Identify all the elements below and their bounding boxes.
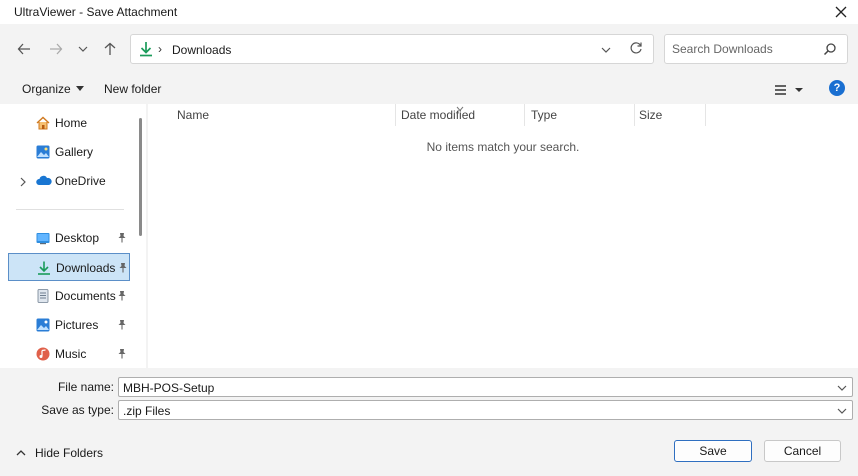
file-list: Name Date modified Type Size No items ma…	[148, 104, 858, 368]
save-button[interactable]: Save	[674, 440, 752, 462]
sidebar-item-gallery[interactable]: Gallery	[8, 138, 130, 166]
help-icon[interactable]: ?	[829, 80, 845, 96]
search-input[interactable]	[672, 41, 822, 57]
home-icon	[36, 116, 50, 130]
pin-icon	[118, 262, 128, 276]
downloads-icon	[139, 41, 153, 60]
sidebar-item-onedrive[interactable]: OneDrive	[8, 167, 130, 195]
column-header-label: Size	[639, 108, 663, 122]
sidebar-item-label: Gallery	[55, 145, 94, 159]
column-header-label: Date modified	[401, 108, 476, 122]
sidebar-item-home[interactable]: Home	[8, 109, 130, 137]
organize-label: Organize	[22, 82, 71, 96]
chevron-down-icon[interactable]	[837, 405, 847, 419]
navigation-bar: › Downloads	[0, 24, 858, 74]
sidebar-item-downloads[interactable]: Downloads	[8, 253, 130, 281]
sidebar-item-music[interactable]: Music	[8, 340, 130, 368]
sidebar-item-desktop[interactable]: Desktop	[8, 224, 130, 252]
empty-state-message: No items match your search.	[426, 140, 580, 154]
pin-icon	[117, 232, 127, 246]
save-as-type-select[interactable]: .zip Files	[118, 400, 853, 420]
search-box[interactable]	[664, 34, 848, 64]
column-header-label: Type	[531, 108, 558, 122]
desktop-icon	[36, 231, 50, 245]
downloads-icon	[37, 261, 51, 275]
chevron-up-icon	[16, 446, 26, 460]
pictures-icon	[36, 318, 50, 332]
gallery-icon	[36, 145, 50, 159]
sidebar-item-label: Desktop	[55, 231, 100, 245]
arrow-up-icon[interactable]	[99, 38, 121, 60]
file-name-field[interactable]: MBH-POS-Setup	[118, 377, 853, 397]
save-as-type-label: Save as type:	[41, 403, 114, 417]
breadcrumb-downloads[interactable]: Downloads	[172, 43, 231, 57]
window-title: UltraViewer - Save Attachment	[14, 5, 178, 19]
column-header-size[interactable]: Size	[633, 104, 706, 126]
pin-icon	[117, 348, 127, 362]
navigation-scrollbar[interactable]	[138, 104, 146, 368]
column-divider[interactable]	[705, 104, 706, 126]
arrow-left-icon[interactable]	[13, 38, 35, 60]
sidebar-item-label: Pictures	[55, 318, 99, 332]
sidebar-item-label: Music	[55, 347, 87, 361]
scrollbar-thumb[interactable]	[139, 118, 142, 236]
cancel-button[interactable]: Cancel	[764, 440, 841, 462]
search-icon[interactable]	[823, 42, 837, 59]
save-as-type-value: .zip Files	[123, 404, 171, 418]
sidebar-divider	[16, 209, 124, 210]
sidebar-item-label: Documents	[55, 289, 116, 303]
column-header-type[interactable]: Type	[525, 104, 635, 126]
sidebar-item-label: Home	[55, 116, 88, 130]
caret-down-icon	[75, 86, 84, 91]
refresh-icon[interactable]	[629, 41, 643, 58]
hide-folders-label: Hide Folders	[35, 446, 104, 460]
chevron-down-icon[interactable]	[837, 382, 847, 396]
list-view-icon[interactable]	[772, 81, 808, 99]
sidebar-item-label: Downloads	[56, 261, 116, 275]
pin-icon	[117, 319, 127, 333]
file-name-value: MBH-POS-Setup	[123, 381, 215, 395]
column-header-date-modified[interactable]: Date modified	[395, 104, 525, 126]
documents-icon	[36, 289, 50, 303]
address-bar[interactable]: › Downloads	[130, 34, 654, 64]
chevron-down-icon[interactable]	[72, 38, 94, 60]
navigation-pane: Home Gallery OneDrive Desktop Downloads	[0, 104, 138, 368]
sidebar-item-pictures[interactable]: Pictures	[8, 311, 130, 339]
breadcrumb-separator: ›	[158, 42, 162, 56]
save-form: File name: MBH-POS-Setup Save as type: .…	[0, 368, 858, 476]
hide-folders-button[interactable]: Hide Folders	[16, 446, 103, 460]
column-header-name[interactable]: Name	[171, 104, 396, 126]
cloud-icon	[36, 174, 52, 188]
chevron-down-icon[interactable]	[601, 44, 611, 58]
sidebar-item-label: OneDrive	[55, 174, 106, 188]
arrow-right-icon[interactable]	[45, 38, 67, 60]
command-bar: Organize New folder ?	[0, 74, 858, 104]
column-header-label: Name	[177, 108, 210, 122]
pin-icon	[117, 290, 127, 304]
file-name-label: File name:	[57, 380, 114, 394]
music-icon	[36, 347, 50, 361]
new-folder-button[interactable]: New folder	[104, 82, 161, 96]
title-bar: UltraViewer - Save Attachment	[0, 0, 858, 24]
close-icon[interactable]	[830, 2, 852, 22]
sidebar-item-documents[interactable]: Documents	[8, 282, 130, 310]
organize-menu-button[interactable]: Organize	[22, 82, 84, 96]
